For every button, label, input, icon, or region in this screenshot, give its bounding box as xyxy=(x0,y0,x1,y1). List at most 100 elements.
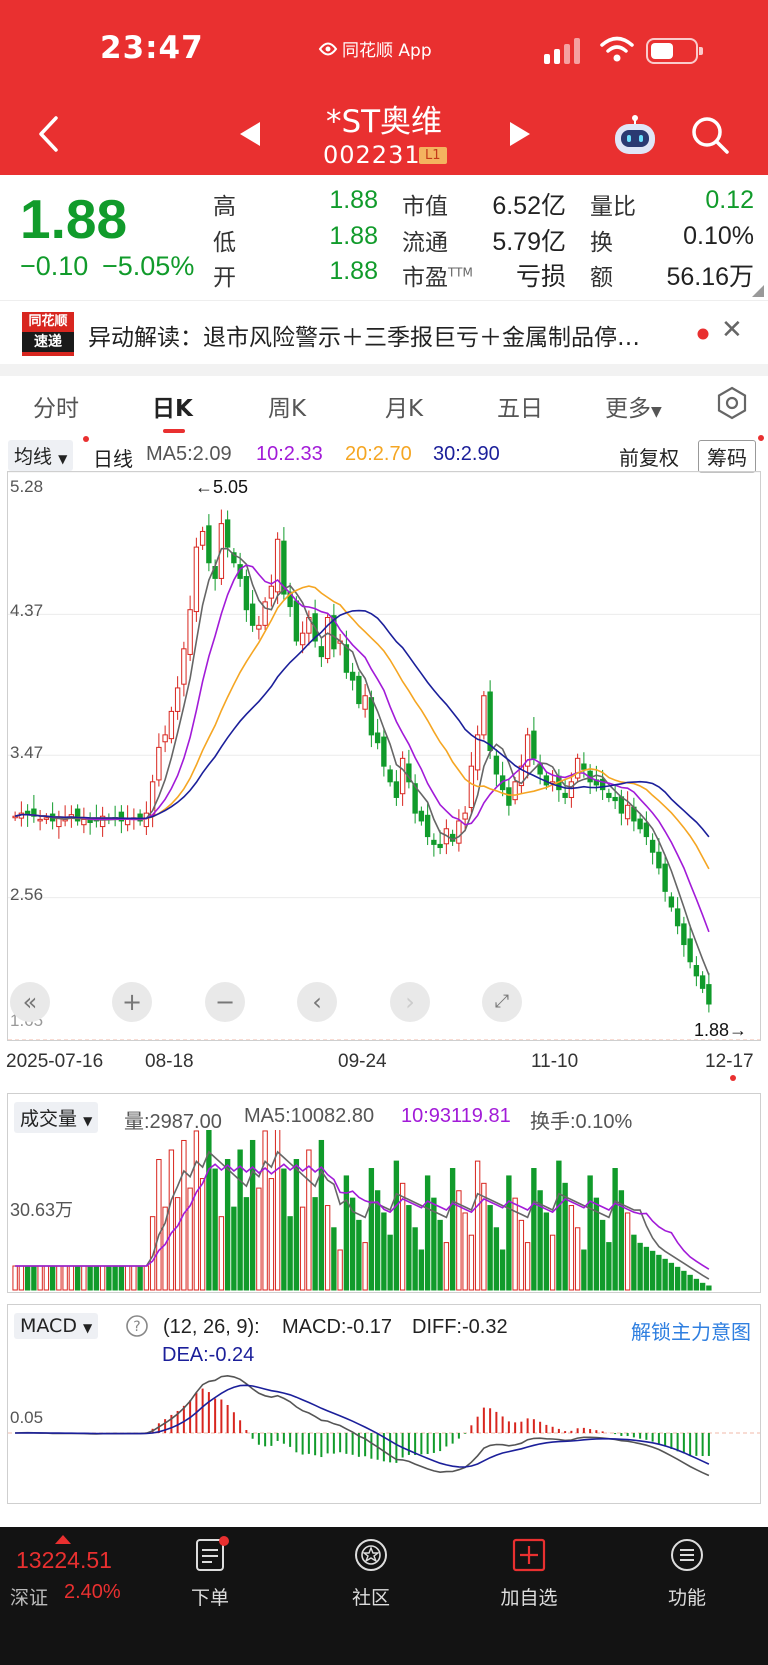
price-change-pct: −5.05% xyxy=(102,251,195,281)
pan-right-icon[interactable]: › xyxy=(390,982,430,1022)
volume-bar xyxy=(443,1242,450,1291)
chart-tabs: 分时 日K 周K 月K 五日 更多▼ xyxy=(0,376,768,436)
tab-five-day[interactable]: 五日 xyxy=(497,389,543,423)
volume-bar xyxy=(424,1175,431,1291)
volume-bar xyxy=(193,1130,200,1291)
zoom-out-icon[interactable]: − xyxy=(205,982,245,1022)
volume-bar xyxy=(462,1212,468,1291)
settings-icon[interactable] xyxy=(715,386,749,420)
candle-body xyxy=(418,810,425,822)
candle-body xyxy=(618,796,625,814)
news-text[interactable]: 异动解读：退市风险警示＋三季报巨亏＋金属制品停… xyxy=(88,318,640,352)
tab-monthly-k[interactable]: 月K xyxy=(385,389,423,423)
logo-top: 同花顺 xyxy=(28,314,68,329)
stock-detail-screen: { "status": { "time": "23:47", "app_name… xyxy=(0,0,768,1665)
close-icon[interactable]: ✕ xyxy=(721,315,743,345)
volume-bar xyxy=(674,1266,681,1291)
candle-body xyxy=(662,863,668,892)
candle-body xyxy=(456,820,462,844)
index-value[interactable]: 13224.51 xyxy=(16,1547,112,1574)
candle-body xyxy=(699,975,706,989)
tab-weekly-k[interactable]: 周K xyxy=(268,389,306,423)
volume-bar xyxy=(256,1187,262,1291)
volume-bar xyxy=(93,1265,100,1291)
expand-corner-icon[interactable] xyxy=(752,285,764,297)
volume-bar xyxy=(199,1178,206,1291)
last-price: 1.88 xyxy=(20,188,128,250)
volume-bar xyxy=(287,1216,293,1291)
community-icon xyxy=(355,1539,387,1571)
volume-bar xyxy=(437,1219,443,1291)
level-badge[interactable]: L1 xyxy=(419,147,447,164)
volume-bar xyxy=(306,1149,312,1291)
volume-bar xyxy=(699,1282,706,1291)
candle-body xyxy=(624,804,631,820)
candle-body xyxy=(649,839,656,853)
wifi-icon xyxy=(600,36,634,62)
candle-body xyxy=(193,546,200,613)
volume-bar xyxy=(387,1234,393,1291)
zoom-in-icon[interactable]: + xyxy=(112,982,152,1022)
volume-bar xyxy=(24,1265,31,1291)
volume-bar xyxy=(174,1197,181,1291)
volume-bar xyxy=(506,1175,512,1291)
app-logo-icon xyxy=(318,42,338,55)
volume-bar xyxy=(124,1265,131,1291)
volume-y-tick: 30.63万 xyxy=(10,1200,74,1220)
volume-bar xyxy=(474,1160,481,1291)
volume-bar xyxy=(268,1178,275,1291)
macd-chart[interactable] xyxy=(8,1365,760,1503)
active-tab-indicator xyxy=(163,429,185,433)
volume-bar xyxy=(249,1139,256,1291)
mktcap-label: 市值 xyxy=(402,194,448,220)
candle-body xyxy=(612,796,618,802)
volume-bar xyxy=(524,1242,531,1291)
volume-bar xyxy=(324,1205,331,1291)
candle-body xyxy=(506,787,512,806)
tab-more[interactable]: 更多▼ xyxy=(605,389,662,423)
tab-intraday[interactable]: 分时 xyxy=(33,389,79,423)
signal-icon xyxy=(544,38,580,64)
volume-bar xyxy=(156,1159,162,1291)
candle-body xyxy=(512,781,518,801)
candle-body xyxy=(381,736,387,767)
candle-body xyxy=(368,697,375,736)
volume-chart[interactable] xyxy=(8,1130,760,1292)
pe-value: 亏损 xyxy=(515,263,566,291)
search-icon[interactable] xyxy=(690,115,730,155)
y-tick: 4.37 xyxy=(10,601,44,620)
y-tick: 5.28 xyxy=(10,477,44,496)
pan-left-icon[interactable]: ‹ xyxy=(297,982,337,1022)
volume-bar xyxy=(18,1265,25,1291)
volume-bar xyxy=(693,1278,700,1291)
volume-bar xyxy=(56,1265,62,1291)
amount-value: 56.16万 xyxy=(666,263,754,291)
news-strip[interactable]: 同花顺 速递 异动解读：退市风险警示＋三季报巨亏＋金属制品停… ✕ xyxy=(0,300,768,364)
zoom-out-fast-icon[interactable]: « xyxy=(10,982,50,1022)
volume-bar xyxy=(668,1262,675,1291)
ma-selector[interactable]: 均线 ▼ xyxy=(8,440,74,471)
assistant-robot-icon[interactable] xyxy=(612,114,658,156)
volume-bar xyxy=(556,1160,562,1291)
adjust-label[interactable]: 前复权 xyxy=(619,442,679,471)
volume-bar xyxy=(612,1168,618,1291)
candle-body xyxy=(562,792,568,798)
date-label: 12-17 xyxy=(705,1051,754,1072)
candle-body xyxy=(162,734,168,743)
kline-chart[interactable] xyxy=(8,472,760,1040)
volume-bar xyxy=(99,1265,106,1291)
ma-selector-label: 均线 xyxy=(14,446,53,468)
candle-body xyxy=(156,746,162,781)
candle-body xyxy=(656,851,662,869)
candle-body xyxy=(318,646,325,658)
price-change: −0.10 xyxy=(20,251,89,281)
tab-daily-k[interactable]: 日K xyxy=(152,389,193,423)
volume-bar xyxy=(581,1249,587,1291)
fullscreen-icon[interactable]: ⤢ xyxy=(482,982,522,1022)
chips-button[interactable]: 筹码 xyxy=(698,440,756,473)
turnover-value: 0.10% xyxy=(683,222,754,250)
battery-icon xyxy=(646,38,703,64)
candle-body xyxy=(349,671,356,681)
ma30-line xyxy=(14,609,710,838)
candle-body xyxy=(637,818,643,830)
